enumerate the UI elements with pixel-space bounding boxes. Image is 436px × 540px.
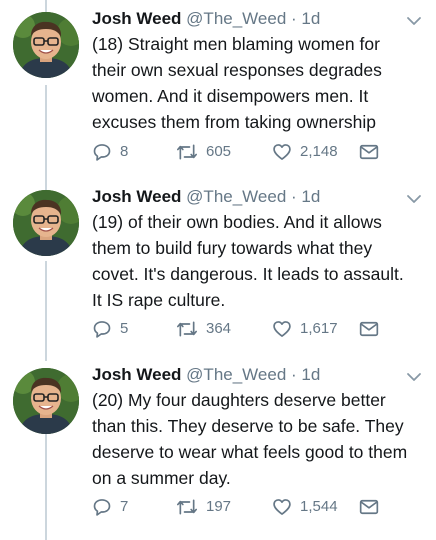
heart-icon [273,321,291,337]
separator-dot: · [291,365,297,384]
tweet-header: Josh Weed @The_Weed · 1d [92,186,320,208]
tweet-text-line: than this. They deserve to be safe. They [92,416,404,436]
envelope-icon [359,499,379,515]
reply-icon [93,321,111,338]
reply-icon [93,144,111,161]
retweet-icon [176,321,197,337]
like-count: 1,617 [300,320,338,337]
tweet-header: Josh Weed @The_Weed · 1d [92,8,320,30]
avatar[interactable] [13,368,79,434]
user-name[interactable]: Josh Weed [92,187,181,206]
separator-dot: · [291,187,297,206]
avatar-image [13,190,79,256]
tweet[interactable]: Josh Weed @The_Weed · 1d (20) My four da… [0,356,436,540]
chevron-down-icon[interactable] [406,370,422,382]
reply-count: 8 [120,143,129,160]
retweet-button[interactable]: 605 [176,141,231,163]
direct-message-button[interactable] [359,141,379,163]
retweet-button[interactable]: 197 [176,496,231,518]
retweet-icon [176,144,197,160]
avatar[interactable] [13,190,79,256]
retweet-count: 605 [206,143,232,160]
tweet[interactable]: Josh Weed @The_Weed · 1d (19) of their o… [0,178,436,356]
like-button[interactable]: 2,148 [272,141,338,163]
reply-icon [93,499,111,516]
avatar[interactable] [13,12,79,78]
tweet-text-line: It IS rape culture. [92,290,226,310]
tweet-text-line: (20) My four daughters deserve better [92,390,386,410]
retweet-count: 197 [206,498,232,515]
tweet-text: (18) Straight men blaming women for thei… [92,31,422,135]
tweet-header: Josh Weed @The_Weed · 1d [92,364,320,386]
like-button[interactable]: 1,617 [272,318,338,340]
heart-icon [273,499,291,515]
tweet-text: (20) My four daughters deserve better th… [92,387,422,491]
tweet-text-line: deserve to wear what feels good to them [92,442,408,462]
tweet-text-line: (19) of their own bodies. And it allows [92,212,382,232]
tweet-text-line: (18) Straight men blaming women for [92,34,380,54]
retweet-button[interactable]: 364 [176,318,231,340]
chevron-down-icon[interactable] [406,192,422,204]
tweet-text-line: their own sexual responses degrades [92,60,382,80]
timestamp[interactable]: 1d [301,365,320,384]
reply-button[interactable]: 7 [92,496,128,518]
reply-count: 7 [120,498,129,515]
retweet-count: 364 [206,320,232,337]
tweet[interactable]: Josh Weed @The_Weed · 1d (18) Straight m… [0,0,436,178]
avatar-image [13,12,79,78]
separator-dot: · [291,9,297,28]
user-handle[interactable]: @The_Weed [186,187,286,206]
avatar-image [13,368,79,434]
tweet-text-line: women. And it disempowers men. It [92,86,369,106]
reply-button[interactable]: 5 [92,318,128,340]
envelope-icon [359,144,379,160]
tweet-text: (19) of their own bodies. And it allows … [92,209,422,313]
user-name[interactable]: Josh Weed [92,365,181,384]
reply-count: 5 [120,320,129,337]
reply-button[interactable]: 8 [92,141,128,163]
tweet-text-line: them to build fury towards what they [92,238,373,258]
like-button[interactable]: 1,544 [272,496,338,518]
retweet-icon [176,499,197,515]
like-count: 1,544 [300,498,338,515]
tweet-text-line: covet. It's dangerous. It leads to assau… [92,264,404,284]
chevron-down-icon[interactable] [406,14,422,26]
envelope-icon [359,321,379,337]
direct-message-button[interactable] [359,496,379,518]
like-count: 2,148 [300,143,338,160]
timestamp[interactable]: 1d [301,187,320,206]
tweet-text-line: excuses them from taking ownership [92,112,377,132]
user-handle[interactable]: @The_Weed [186,365,286,384]
direct-message-button[interactable] [359,318,379,340]
tweet-text-line: on a summer day. [92,468,231,488]
user-name[interactable]: Josh Weed [92,9,181,28]
heart-icon [273,144,291,160]
user-handle[interactable]: @The_Weed [186,9,286,28]
timestamp[interactable]: 1d [301,9,320,28]
